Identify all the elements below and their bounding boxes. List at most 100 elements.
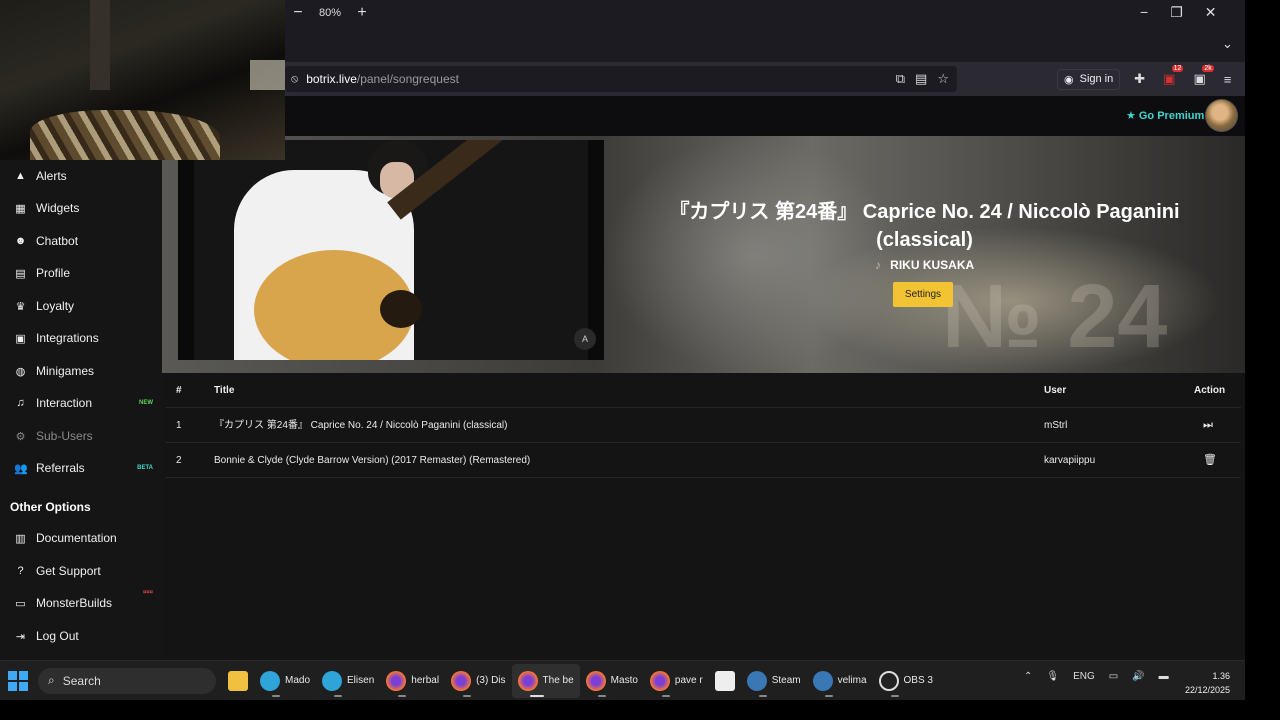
now-playing-title: 『カプリス 第24番』 Caprice No. 24 / Niccolò Pag… xyxy=(669,201,1180,251)
beta-badge: BETA xyxy=(137,465,153,471)
menu-icon[interactable]: ≡ xyxy=(1224,72,1232,87)
trophy-icon: ♛ xyxy=(15,300,26,313)
now-playing-hero: № 24 A 『カプリス 第24番』 Caprice No. 24 / Nicc… xyxy=(162,136,1245,373)
address-bar[interactable]: ⦸ botrix.live/panel/songrequest ⧉ ▤ ☆ xyxy=(285,66,957,92)
extension-counter-icon[interactable]: ▣ 2k xyxy=(1193,65,1214,87)
taskbar-app-firefox-5[interactable]: pave r xyxy=(644,664,709,698)
monsterbuilds-badge: ¤¤¤ xyxy=(142,590,153,596)
sidebar-item-interaction[interactable]: ♫ Interaction NEW xyxy=(14,396,159,410)
taskbar-app-firefox-3[interactable]: The be xyxy=(511,663,580,698)
sidebar-item-sub-users[interactable]: ⚙ Sub-Users xyxy=(14,429,159,443)
sidebar-item-log-out[interactable]: ⇥ Log Out xyxy=(14,629,159,643)
reader-view-icon[interactable]: ▤ xyxy=(915,71,927,87)
taskbar-app-firefox-1[interactable]: herbal xyxy=(380,664,445,698)
picture-in-picture-icon[interactable]: ⧉ xyxy=(896,71,905,87)
id-card-icon: ▤ xyxy=(15,267,26,280)
sidebar-item-loyalty[interactable]: ♛ Loyalty xyxy=(14,299,159,313)
taskbar-store[interactable] xyxy=(709,664,741,698)
sidebar-item-widgets[interactable]: ▦ Widgets xyxy=(14,201,159,215)
language-indicator[interactable]: ENG xyxy=(1073,671,1095,682)
screen: − 80% + − ❐ ✕ ⌄ ⦸ botrix.live/panel/song… xyxy=(0,0,1280,720)
sidebar-item-referrals[interactable]: 👥 Referrals BETA xyxy=(14,461,159,475)
background-blur-decoration: № 24 xyxy=(942,267,1168,367)
taskbar-app-obs[interactable]: OBS 3 xyxy=(873,664,939,698)
taskbar-app-firefox-4[interactable]: Masto xyxy=(580,664,644,698)
firefox-icon xyxy=(517,670,538,691)
zoom-control: − 80% + xyxy=(285,0,369,26)
zoom-in-button[interactable]: + xyxy=(355,4,369,22)
sidebar-item-get-support[interactable]: ? Get Support xyxy=(14,564,159,578)
sign-in-button[interactable]: ◉ Sign in xyxy=(1057,68,1121,90)
integration-icon: ▣ xyxy=(15,332,26,345)
webcam-overlay xyxy=(0,0,285,160)
sidebar-item-alerts[interactable]: ▲ Alerts xyxy=(14,169,159,183)
channel-logo-icon: A xyxy=(574,328,596,350)
sidebar-item-integrations[interactable]: ▣ Integrations xyxy=(14,331,159,345)
firefox-icon xyxy=(649,670,670,691)
tab-list-chevron-icon[interactable]: ⌄ xyxy=(1222,36,1233,52)
warning-icon: ▲ xyxy=(15,170,26,182)
firefox-icon xyxy=(451,670,472,691)
taskbar-app-steam-2[interactable]: velima xyxy=(807,664,873,698)
microphone-icon[interactable]: 🎙 xyxy=(1046,671,1059,682)
grid-icon: ▦ xyxy=(15,202,26,215)
search-icon: ⌕ xyxy=(48,673,55,687)
logout-icon: ⇥ xyxy=(15,630,26,643)
other-options-heading: Other Options xyxy=(10,500,91,514)
queue-table: # Title User Action 1 『カプリス 第24番』 Capric… xyxy=(166,373,1241,478)
close-button[interactable]: ✕ xyxy=(1205,4,1217,21)
go-premium-link[interactable]: ★ Go Premium xyxy=(1126,109,1204,123)
video-player[interactable]: A xyxy=(178,140,604,360)
taskbar-file-explorer[interactable] xyxy=(222,664,254,698)
taskbar-app-steam-1[interactable]: Steam xyxy=(741,664,807,698)
tracking-shield-icon[interactable]: ⦸ xyxy=(291,73,298,86)
minimize-button[interactable]: − xyxy=(1140,4,1148,21)
taskbar-app-edge-2[interactable]: Elisen xyxy=(316,664,380,698)
url-host: botrix.live xyxy=(306,72,357,86)
trash-icon[interactable]: 🗑 xyxy=(1203,443,1217,478)
windows-start-icon[interactable] xyxy=(8,670,28,691)
table-row: 2 Bonnie & Clyde (Clyde Barrow Version) … xyxy=(166,443,1241,478)
avatar[interactable] xyxy=(1205,99,1238,132)
question-icon: ? xyxy=(17,565,24,577)
black-border-bottom xyxy=(0,700,1280,720)
skip-icon[interactable]: ⏭ xyxy=(1203,408,1213,443)
settings-button[interactable]: Settings xyxy=(893,282,953,307)
user-cog-icon: ⚙ xyxy=(15,430,26,443)
table-row: 1 『カプリス 第24番』 Caprice No. 24 / Niccolò P… xyxy=(166,408,1241,443)
battery-icon[interactable]: ▬ xyxy=(1159,671,1169,682)
taskbar-app-firefox-2[interactable]: (3) Dis xyxy=(445,664,511,698)
folder-icon xyxy=(228,670,248,691)
sidebar-item-minigames[interactable]: ◍ Minigames xyxy=(14,364,159,378)
network-icon[interactable]: ▭ xyxy=(1109,671,1118,682)
scroll-icon: ▥ xyxy=(15,532,26,545)
users-icon: 👥 xyxy=(14,462,28,475)
sidebar-item-profile[interactable]: ▤ Profile xyxy=(14,266,159,280)
account-icon: ◉ xyxy=(1064,73,1074,86)
sidebar: ▲ Alerts ▦ Widgets ☻ Chatbot ▤ Profile ♛… xyxy=(0,160,162,660)
edge-icon xyxy=(260,670,280,691)
extensions-icon[interactable]: ✚ xyxy=(1134,71,1145,87)
store-icon xyxy=(714,670,735,691)
clock-date: 22/12/2025 xyxy=(1184,685,1230,695)
taskbar-clock[interactable]: 1.36 22/12/2025 xyxy=(1180,669,1230,697)
artist-prefix-icon: ♪ xyxy=(874,258,881,272)
taskbar-search[interactable]: ⌕ Search xyxy=(38,667,216,694)
browser-tabbar: − 80% + xyxy=(285,0,1245,62)
zoom-out-button[interactable]: − xyxy=(291,4,305,22)
sidebar-item-documentation[interactable]: ▥ Documentation xyxy=(14,531,159,545)
steam-icon xyxy=(812,670,833,691)
restore-button[interactable]: ❐ xyxy=(1170,4,1183,21)
music-icon: ♫ xyxy=(16,397,25,409)
bookmark-star-icon[interactable]: ☆ xyxy=(937,71,949,87)
chevron-up-icon[interactable]: ⌃ xyxy=(1024,671,1032,682)
edge-icon xyxy=(322,670,343,691)
volume-icon[interactable]: 🔊 xyxy=(1132,671,1144,682)
taskbar-app-edge-1[interactable]: Mado xyxy=(254,664,316,698)
sidebar-item-chatbot[interactable]: ☻ Chatbot xyxy=(14,234,159,248)
table-header: # Title User Action xyxy=(166,373,1241,408)
new-badge: NEW xyxy=(139,400,153,406)
sidebar-item-monsterbuilds[interactable]: ▭ MonsterBuilds ¤¤¤ xyxy=(14,590,159,610)
gamepad-icon: ◍ xyxy=(15,365,26,378)
extension-red-icon[interactable]: ▣ 12 xyxy=(1163,65,1184,87)
